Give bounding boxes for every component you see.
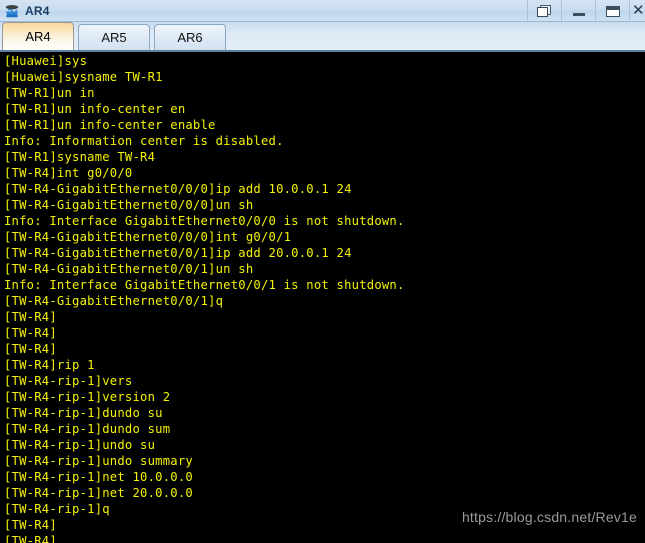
title-bar: AR4 ✕	[0, 0, 645, 22]
tab-ar5[interactable]: AR5	[78, 24, 150, 50]
terminal-line: [TW-R1]sysname TW-R4	[4, 150, 156, 164]
terminal-line: [TW-R4]int g0/0/0	[4, 166, 133, 180]
terminal-line: [TW-R4-GigabitEthernet0/0/1]un sh	[4, 262, 254, 276]
terminal-line: [TW-R4]	[4, 326, 57, 340]
terminal-line: [TW-R4-rip-1]vers	[4, 374, 133, 388]
terminal-line: Info: Interface GigabitEthernet0/0/0 is …	[4, 214, 405, 228]
terminal-line: Info: Information center is disabled.	[4, 134, 284, 148]
terminal-line: [Huawei]sys	[4, 54, 88, 68]
terminal-line: [TW-R1]un info-center enable	[4, 118, 216, 132]
terminal-line: Info: Interface GigabitEthernet0/0/1 is …	[4, 278, 405, 292]
tab-ar4[interactable]: AR4	[2, 22, 74, 50]
window-title: AR4	[25, 3, 50, 18]
terminal-line: [TW-R4-GigabitEthernet0/0/0]int g0/0/1	[4, 230, 292, 244]
terminal-line: [TW-R4-rip-1]net 10.0.0.0	[4, 470, 193, 484]
terminal-line: [TW-R4]rip 1	[4, 358, 95, 372]
terminal-line: [Huawei]sysname TW-R1	[4, 70, 163, 84]
terminal-line: [TW-R4-rip-1]dundo su	[4, 406, 163, 420]
router-cli-window: AR4 ✕ AR4 AR5 AR6 [Huawei]sys [Huawei]sy…	[0, 0, 645, 543]
restore-window-icon	[537, 4, 552, 18]
close-button[interactable]: ✕	[629, 0, 645, 22]
terminal-line: [TW-R4]	[4, 518, 57, 532]
terminal-line: [TW-R4-rip-1]q	[4, 502, 110, 516]
minimize-button[interactable]	[561, 0, 595, 22]
terminal-line: [TW-R1]un in	[4, 86, 95, 100]
tab-ar6[interactable]: AR6	[154, 24, 226, 50]
window-controls: ✕	[527, 0, 645, 22]
terminal-console[interactable]: [Huawei]sys [Huawei]sysname TW-R1 [TW-R1]u…	[0, 52, 645, 543]
maximize-icon	[605, 5, 620, 17]
maximize-button[interactable]	[595, 0, 629, 22]
terminal-line: [TW-R4-rip-1]net 20.0.0.0	[4, 486, 193, 500]
terminal-line: [TW-R4-rip-1]undo su	[4, 438, 156, 452]
terminal-line: [TW-R4]	[4, 310, 57, 324]
minimize-icon	[572, 13, 585, 16]
terminal-line: [TW-R4]	[4, 342, 57, 356]
close-icon: ✕	[632, 2, 645, 19]
restore-button[interactable]	[527, 0, 561, 22]
terminal-line: [TW-R4]	[4, 534, 57, 543]
router-device-icon	[3, 2, 21, 20]
terminal-line: [TW-R4-rip-1]undo summary	[4, 454, 193, 468]
terminal-line: [TW-R1]un info-center en	[4, 102, 186, 116]
tab-bar: AR4 AR5 AR6	[0, 22, 645, 52]
terminal-line: [TW-R4-rip-1]dundo sum	[4, 422, 171, 436]
tab-ar4-label: AR4	[25, 29, 51, 44]
tab-ar5-label: AR5	[101, 30, 127, 45]
terminal-line: [TW-R4-GigabitEthernet0/0/0]ip add 10.0.…	[4, 182, 352, 196]
terminal-line: [TW-R4-rip-1]version 2	[4, 390, 171, 404]
terminal-line: [TW-R4-GigabitEthernet0/0/1]q	[4, 294, 224, 308]
tab-ar6-label: AR6	[177, 30, 203, 45]
terminal-line: [TW-R4-GigabitEthernet0/0/0]un sh	[4, 198, 254, 212]
terminal-line: [TW-R4-GigabitEthernet0/0/1]ip add 20.0.…	[4, 246, 352, 260]
